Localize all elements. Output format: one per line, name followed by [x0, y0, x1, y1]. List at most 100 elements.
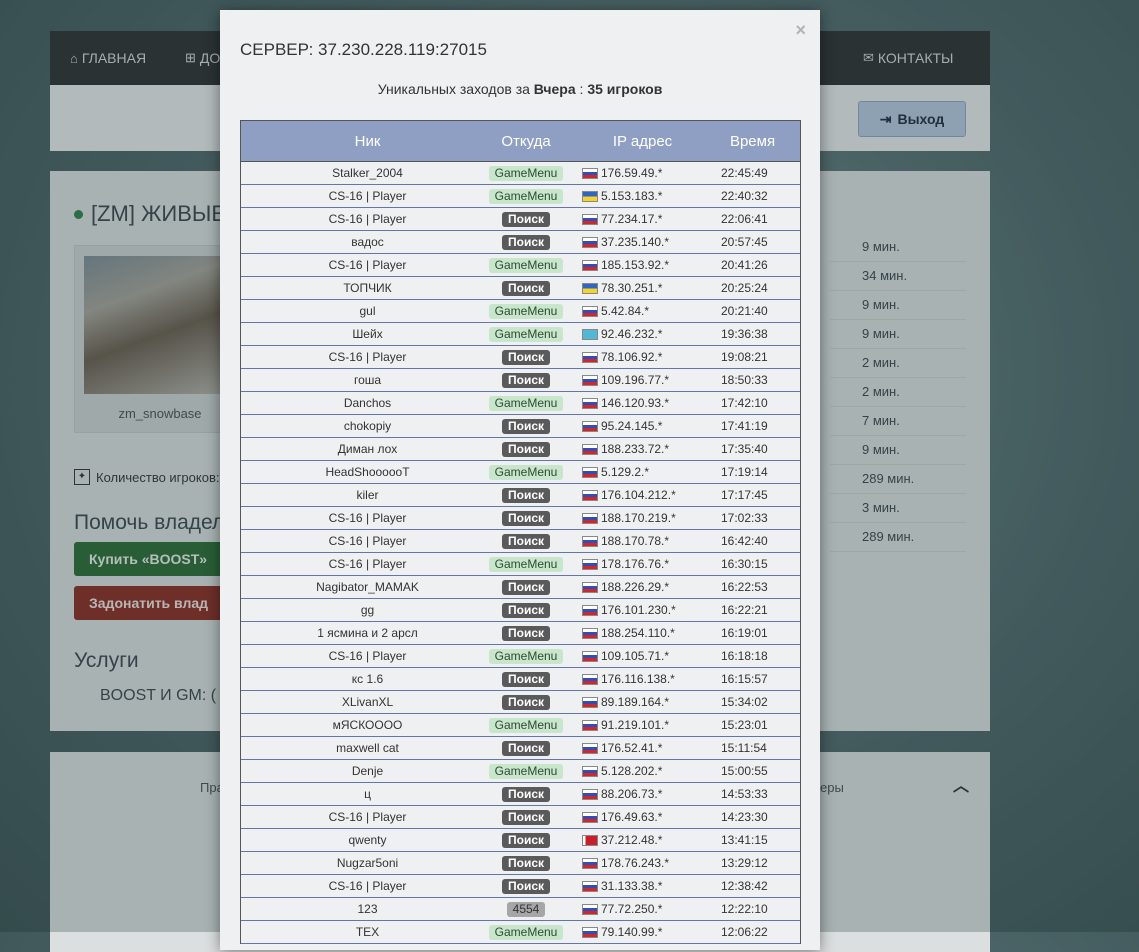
ip-address: 178.76.243.* — [601, 856, 670, 870]
country-flag-icon — [582, 834, 598, 846]
source-badge: GameMenu — [488, 188, 564, 204]
country-flag-icon — [582, 903, 598, 915]
country-flag-icon — [582, 581, 598, 593]
ip-address: 37.212.48.* — [601, 833, 663, 847]
source-badge: GameMenu — [488, 165, 564, 181]
visit-time: 16:42:40 — [721, 534, 768, 548]
source-badge: Поиск — [501, 855, 550, 871]
ip-cell: 95.24.145.* — [558, 415, 721, 437]
country-flag-icon — [582, 282, 598, 294]
source-cell: GameMenu — [488, 254, 564, 276]
ip-address: 91.219.101.* — [601, 718, 670, 732]
ip-cell: 188.170.219.* — [558, 507, 721, 529]
source-badge: Поиск — [501, 786, 550, 802]
ip-cell: 5.42.84.* — [558, 300, 721, 322]
source-cell: GameMenu — [488, 553, 564, 575]
table-row: CS-16 | Player Поиск 188.170.78.* 16:42:40 — [241, 530, 800, 553]
source-badge: Поиск — [501, 740, 550, 756]
country-flag-icon — [582, 466, 598, 478]
country-flag-icon — [582, 443, 598, 455]
source-badge: GameMenu — [488, 648, 564, 664]
ip-cell: 5.129.2.* — [558, 461, 721, 483]
column-nick[interactable]: Ник — [241, 121, 494, 161]
player-nick: Nugzar5oni — [336, 856, 399, 870]
source-badge: Поиск — [501, 671, 550, 687]
source-badge: Поиск — [501, 211, 550, 227]
ip-address: 78.30.251.* — [601, 281, 663, 295]
table-row: chokopiy Поиск 95.24.145.* 17:41:19 — [241, 415, 800, 438]
country-flag-icon — [582, 857, 598, 869]
player-nick: Stalker_2004 — [332, 166, 403, 180]
visit-time: 15:23:01 — [721, 718, 768, 732]
ip-cell: 77.72.250.* — [558, 898, 721, 920]
visit-time: 16:22:21 — [721, 603, 768, 617]
visit-time: 17:02:33 — [721, 511, 768, 525]
summary-prefix: Уникальных заходов за — [377, 81, 530, 97]
source-badge: Поиск — [501, 694, 550, 710]
player-nick: Диман лох — [337, 442, 398, 456]
player-nick: гоша — [353, 373, 382, 387]
column-from[interactable]: Откуда — [494, 121, 558, 161]
source-cell: GameMenu — [488, 921, 564, 943]
table-row: ТОПЧИК Поиск 78.30.251.* 20:25:24 — [241, 277, 800, 300]
source-badge: Поиск — [501, 579, 550, 595]
ip-cell: 78.106.92.* — [558, 346, 721, 368]
table-row: кс 1.6 Поиск 176.116.138.* 16:15:57 — [241, 668, 800, 691]
visit-time: 14:23:30 — [721, 810, 768, 824]
visit-time: 16:19:01 — [721, 626, 768, 640]
table-row: 123 4554 77.72.250.* 12:22:10 — [241, 898, 800, 921]
ip-cell: 176.101.230.* — [558, 599, 721, 621]
source-cell: Поиск — [494, 783, 558, 805]
source-cell: Поиск — [494, 484, 558, 506]
source-cell: Поиск — [494, 599, 558, 621]
player-nick: 1 ясмина и 2 арсл — [317, 626, 418, 640]
source-cell: Поиск — [494, 507, 558, 529]
table-row: ц Поиск 88.206.73.* 14:53:33 — [241, 783, 800, 806]
country-flag-icon — [582, 926, 598, 938]
column-ip[interactable]: IP адрес — [558, 121, 721, 161]
ip-cell: 176.52.41.* — [558, 737, 721, 759]
source-cell: Поиск — [494, 576, 558, 598]
summary-count: 35 игроков — [587, 81, 663, 97]
table-row: maxwell cat Поиск 176.52.41.* 15:11:54 — [241, 737, 800, 760]
source-cell: Поиск — [494, 530, 558, 552]
table-row: CS-16 | Player GameMenu 109.105.71.* 16:18:… — [241, 645, 800, 668]
ip-address: 5.153.183.* — [601, 189, 663, 203]
column-time[interactable]: Время — [721, 121, 784, 161]
ip-address: 92.46.232.* — [601, 327, 663, 341]
source-badge: 4554 — [506, 901, 546, 917]
country-flag-icon — [582, 765, 598, 777]
visit-time: 17:35:40 — [721, 442, 768, 456]
table-row: 1 ясмина и 2 арсл Поиск 188.254.110.* 16:19… — [241, 622, 800, 645]
player-nick: maxwell cat — [336, 741, 399, 755]
player-nick: CS-16 | Player — [328, 810, 407, 824]
source-cell: GameMenu — [488, 760, 564, 782]
table-row: gg Поиск 176.101.230.* 16:22:21 — [241, 599, 800, 622]
player-nick: вадос — [351, 235, 384, 249]
country-flag-icon — [582, 627, 598, 639]
country-flag-icon — [582, 650, 598, 662]
source-badge: Поиск — [501, 878, 550, 894]
visit-time: 12:22:10 — [721, 902, 768, 916]
table-row: HeadShoooooT GameMenu 5.129.2.* 17:19:14 — [241, 461, 800, 484]
ip-cell: 91.219.101.* — [558, 714, 721, 736]
player-nick: gg — [360, 603, 375, 617]
table-row: Stalker_2004 GameMenu 176.59.49.* 22:45:49 — [241, 162, 800, 185]
ip-address: 78.106.92.* — [601, 350, 663, 364]
table-row: CS-16 | Player Поиск 31.133.38.* 12:38:42 — [241, 875, 800, 898]
visit-time: 17:41:19 — [721, 419, 768, 433]
close-icon[interactable]: × — [795, 20, 806, 41]
visits-summary: Уникальных заходов за Вчера : 35 игроков — [220, 81, 820, 97]
player-nick: кс 1.6 — [351, 672, 384, 686]
player-nick: CS-16 | Player — [328, 212, 407, 226]
ip-cell: 176.49.63.* — [558, 806, 721, 828]
country-flag-icon — [582, 558, 598, 570]
player-nick: CS-16 | Player — [328, 534, 407, 548]
table-row: вадос Поиск 37.235.140.* 20:57:45 — [241, 231, 800, 254]
source-cell: Поиск — [494, 852, 558, 874]
ip-address: 5.129.2.* — [601, 465, 650, 479]
source-cell: GameMenu — [488, 714, 564, 736]
summary-sep: : — [579, 81, 584, 97]
source-cell: GameMenu — [488, 461, 564, 483]
source-cell: GameMenu — [488, 300, 564, 322]
